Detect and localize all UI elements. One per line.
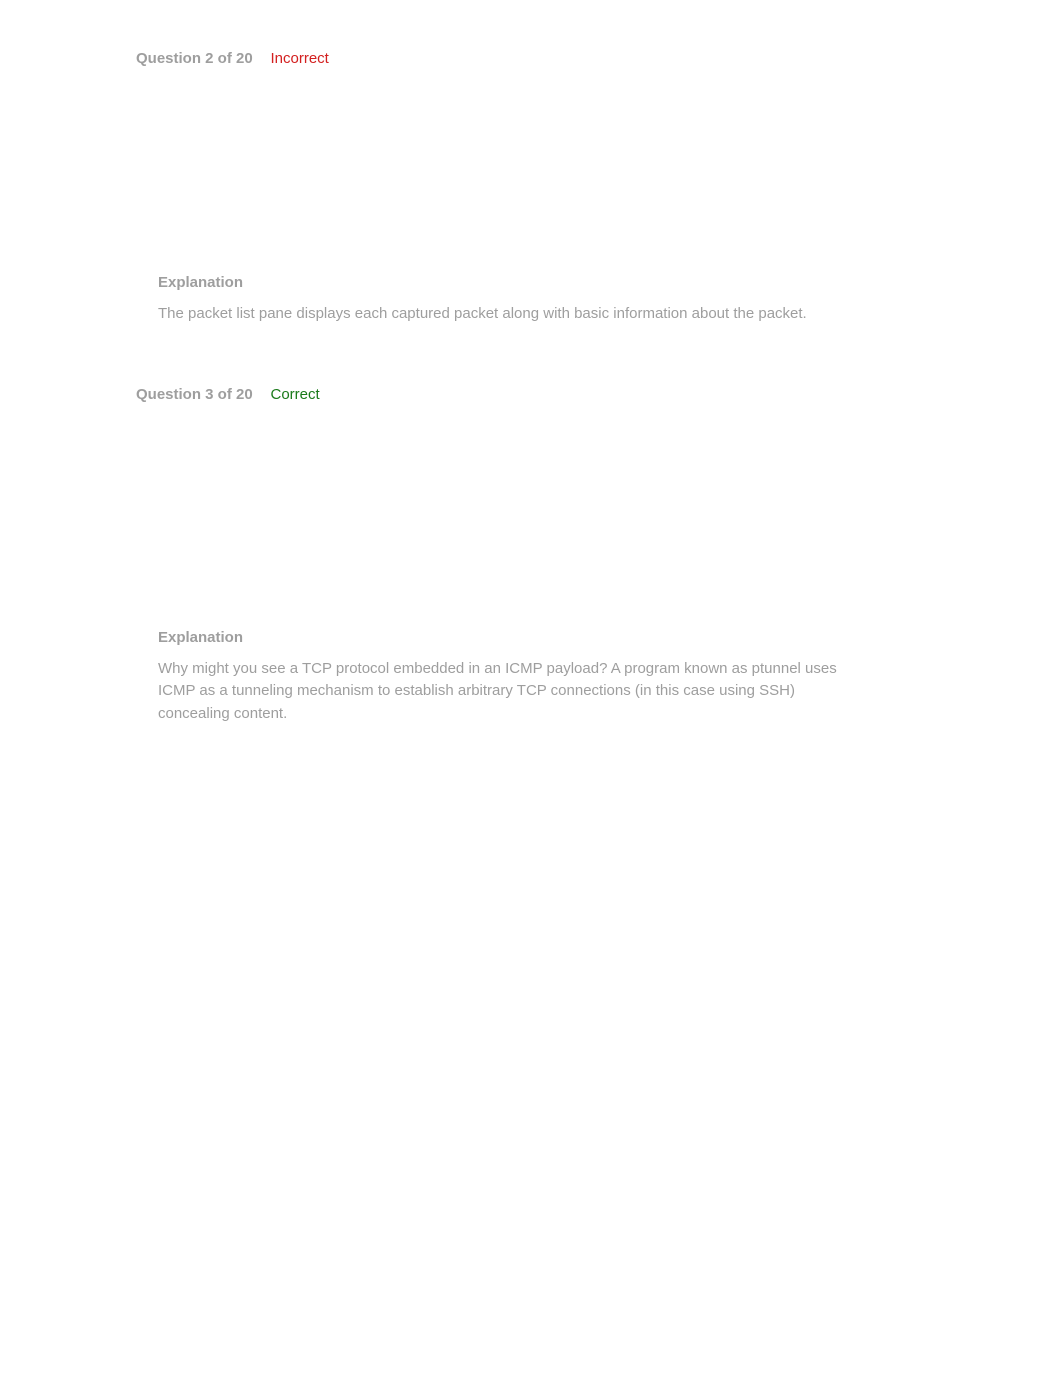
explanation-title: Explanation <box>158 274 866 291</box>
question-block-2: Question 2 of 20 Incorrect Explanation T… <box>136 50 926 326</box>
question-block-3: Question 3 of 20 Correct Explanation Why… <box>136 386 926 726</box>
explanation-text: Why might you see a TCP protocol embedde… <box>158 658 866 726</box>
question-number: Question 3 of 20 <box>136 386 253 403</box>
question-header-row: Question 3 of 20 Correct <box>136 386 926 404</box>
question-number: Question 2 of 20 <box>136 50 253 67</box>
explanation-title: Explanation <box>158 629 866 646</box>
document-content: Question 2 of 20 Incorrect Explanation T… <box>0 0 1062 725</box>
explanation-section: Explanation The packet list pane display… <box>136 274 926 326</box>
question-body-placeholder <box>136 68 926 274</box>
question-header-row: Question 2 of 20 Incorrect <box>136 50 926 68</box>
status-incorrect: Incorrect <box>271 50 329 67</box>
status-correct: Correct <box>271 386 320 403</box>
explanation-text: The packet list pane displays each captu… <box>158 303 866 326</box>
explanation-section: Explanation Why might you see a TCP prot… <box>136 629 926 726</box>
question-body-placeholder <box>136 404 926 629</box>
